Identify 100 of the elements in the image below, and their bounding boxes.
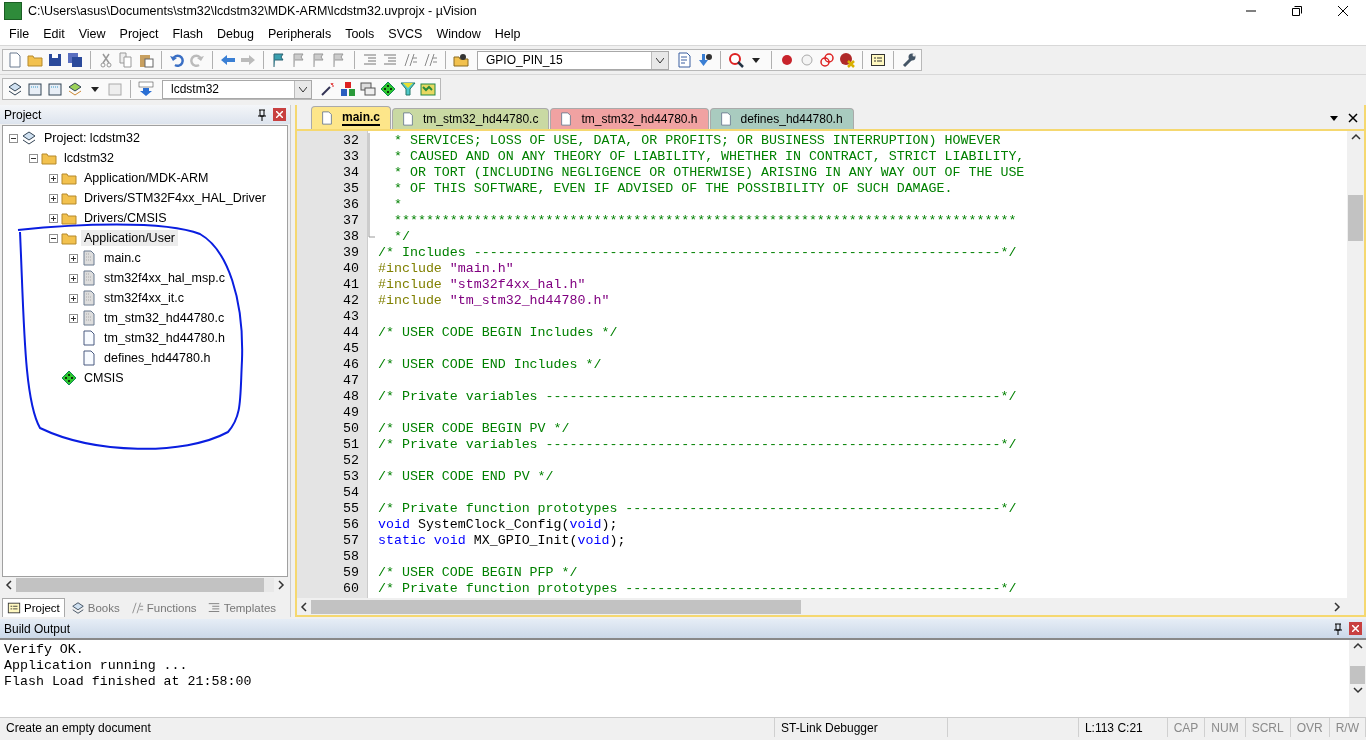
- scroll-down-icon[interactable]: [1351, 684, 1364, 696]
- panel-tab[interactable]: Project: [2, 598, 65, 617]
- tree-item[interactable]: defines_hd44780.h: [101, 350, 214, 366]
- tree-item[interactable]: stm32f4xx_hal_msp.c: [101, 270, 228, 286]
- component-icon[interactable]: [340, 81, 356, 97]
- pin-icon[interactable]: [1333, 622, 1343, 635]
- batch-build-icon[interactable]: [67, 81, 83, 97]
- code-text: /* Private function prototypes -----------------------------------------------*/: [378, 581, 1017, 596]
- vertical-scrollbar[interactable]: [1347, 131, 1364, 598]
- tree-item[interactable]: main.c: [101, 250, 144, 266]
- scrollbar-thumb[interactable]: [311, 599, 801, 614]
- file-tab[interactable]: defines_hd44780.h: [709, 108, 854, 129]
- uncomment-icon[interactable]: [422, 52, 438, 68]
- new-file-icon[interactable]: [7, 52, 23, 68]
- caret-icon[interactable]: [1329, 113, 1339, 123]
- code-text: /* Private variables ---------------------------------------------------------*/: [378, 389, 1017, 404]
- tree-item[interactable]: tm_stm32_hd44780.c: [101, 310, 228, 326]
- translate-icon[interactable]: [7, 81, 23, 97]
- menu-item[interactable]: Project: [112, 23, 166, 44]
- file-icon: [718, 112, 733, 126]
- expand-toggle-icon[interactable]: [69, 253, 78, 263]
- panel-tab[interactable]: Books: [66, 599, 124, 617]
- menu-item[interactable]: SVCS: [381, 23, 430, 44]
- menu-item[interactable]: Help: [487, 23, 528, 44]
- code-text: /* USER CODE END Includes */: [378, 357, 602, 372]
- close-icon[interactable]: [1338, 6, 1348, 16]
- expand-toggle-icon[interactable]: [69, 293, 78, 303]
- breakpoint-remove-icon[interactable]: [839, 52, 855, 68]
- windows-icon[interactable]: [360, 81, 376, 97]
- cut-icon[interactable]: [98, 52, 114, 68]
- line-number: 44: [342, 325, 359, 341]
- collapse-toggle-icon[interactable]: [49, 233, 58, 243]
- menu-item[interactable]: Debug: [210, 23, 261, 44]
- tree-item[interactable]: tm_stm32_hd44780.h: [101, 330, 228, 346]
- menu-item[interactable]: Edit: [36, 23, 72, 44]
- breakpoint-icon[interactable]: [779, 52, 795, 68]
- menu-item[interactable]: View: [71, 23, 113, 44]
- breakpoints-icon[interactable]: [819, 52, 835, 68]
- menu-item[interactable]: File: [2, 23, 37, 44]
- funnel-icon[interactable]: [400, 81, 416, 97]
- collapse-toggle-icon[interactable]: [9, 133, 18, 143]
- vertical-scrollbar[interactable]: [1349, 640, 1366, 717]
- flag-icon[interactable]: [271, 52, 287, 68]
- panel-tab[interactable]: Functions: [125, 599, 201, 617]
- debug-magnifier-icon[interactable]: [728, 52, 744, 68]
- menu-item[interactable]: Window: [429, 23, 488, 44]
- target-combo[interactable]: lcdstm32: [162, 79, 312, 99]
- paste-icon[interactable]: [138, 52, 154, 68]
- folder-icon: [41, 150, 57, 166]
- tree-item[interactable]: Project: lcdstm32: [41, 130, 143, 146]
- tree-item[interactable]: stm32f4xx_it.c: [101, 290, 187, 306]
- scrollbar-thumb[interactable]: [1350, 666, 1365, 684]
- menu-item[interactable]: Tools: [338, 23, 382, 44]
- line-number: 36: [342, 197, 359, 213]
- undo-icon[interactable]: [169, 52, 185, 68]
- build-icon[interactable]: [27, 81, 43, 97]
- save-all-icon[interactable]: [67, 52, 83, 68]
- component-icon: [61, 370, 77, 386]
- maximize-icon[interactable]: [1292, 6, 1302, 16]
- panel-tab[interactable]: Templates: [202, 599, 281, 617]
- menu-item[interactable]: Peripherals: [260, 23, 339, 44]
- rebuild-icon[interactable]: [47, 81, 63, 97]
- expand-toggle-icon[interactable]: [69, 273, 78, 283]
- find-combo[interactable]: GPIO_PIN_15: [477, 50, 669, 70]
- file-icon: [320, 111, 334, 125]
- line-number: 43: [342, 309, 359, 325]
- close-icon[interactable]: [1348, 113, 1358, 123]
- file-tab[interactable]: tm_stm32_hd44780.c: [392, 108, 550, 129]
- expand-toggle-icon[interactable]: [49, 173, 58, 183]
- file-tab[interactable]: tm_stm32_hd44780.h: [550, 108, 709, 129]
- packs-icon[interactable]: [420, 81, 436, 97]
- tree-item[interactable]: Application/User: [81, 230, 178, 246]
- comment-icon[interactable]: [402, 52, 418, 68]
- tree-item[interactable]: Drivers/STM32F4xx_HAL_Driver: [81, 190, 269, 206]
- menu-item[interactable]: Flash: [165, 23, 211, 44]
- tree-item[interactable]: Drivers/CMSIS: [81, 210, 170, 226]
- window-layout-icon[interactable]: [870, 52, 886, 68]
- save-icon[interactable]: [47, 52, 63, 68]
- scrollbar-thumb[interactable]: [1348, 195, 1363, 241]
- expand-toggle-icon[interactable]: [69, 313, 78, 323]
- load-icon[interactable]: [138, 81, 154, 97]
- expand-toggle-icon[interactable]: [49, 213, 58, 223]
- file-tab[interactable]: main.c: [311, 106, 391, 129]
- code-text: "main.h": [449, 261, 514, 276]
- scrollbar-thumb[interactable]: [16, 578, 264, 592]
- collapse-toggle-icon[interactable]: [29, 153, 38, 163]
- source-file-icon: [81, 250, 97, 266]
- output-line: Application running ...: [4, 658, 189, 674]
- tree-item[interactable]: Application/MDK-ARM: [81, 170, 212, 186]
- tree-item[interactable]: lcdstm32: [61, 150, 118, 166]
- back-arrow-icon[interactable]: [220, 52, 236, 68]
- diamond-icon[interactable]: [380, 81, 396, 97]
- pin-icon[interactable]: [257, 108, 267, 121]
- tree-item[interactable]: CMSIS: [81, 370, 127, 386]
- download-icon[interactable]: [697, 52, 713, 68]
- magic-wand-icon[interactable]: [320, 81, 336, 97]
- expand-toggle-icon[interactable]: [49, 193, 58, 203]
- source-file-icon: [81, 310, 97, 326]
- find-in-files-icon[interactable]: [453, 52, 469, 68]
- wrench-icon[interactable]: [901, 52, 917, 68]
